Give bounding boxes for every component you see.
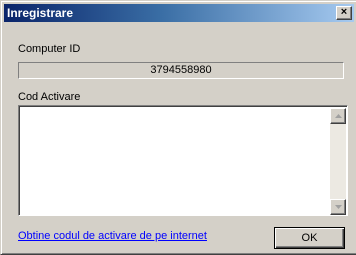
title-bar[interactable]: Inregistrare × <box>4 4 354 22</box>
ok-button[interactable]: OK <box>274 227 345 249</box>
computer-id-value: 3794558980 <box>150 64 212 76</box>
window-title: Inregistrare <box>7 6 74 20</box>
dialog-window: Inregistrare × Computer ID 3794558980 Co… <box>0 0 356 255</box>
close-button[interactable]: × <box>336 6 352 20</box>
get-activation-code-link[interactable]: Obtine codul de activare de pe internet <box>18 230 207 242</box>
computer-id-label: Computer ID <box>18 43 81 55</box>
arrow-down-icon <box>334 205 342 209</box>
computer-id-field: 3794558980 <box>18 62 344 79</box>
close-icon: × <box>340 6 348 18</box>
vertical-scrollbar[interactable] <box>330 108 346 215</box>
activation-code-label: Cod Activare <box>18 91 81 103</box>
arrow-up-icon <box>334 114 342 118</box>
scroll-up-button[interactable] <box>330 108 346 124</box>
scroll-down-button[interactable] <box>330 199 346 215</box>
activation-code-textarea[interactable] <box>18 105 348 216</box>
